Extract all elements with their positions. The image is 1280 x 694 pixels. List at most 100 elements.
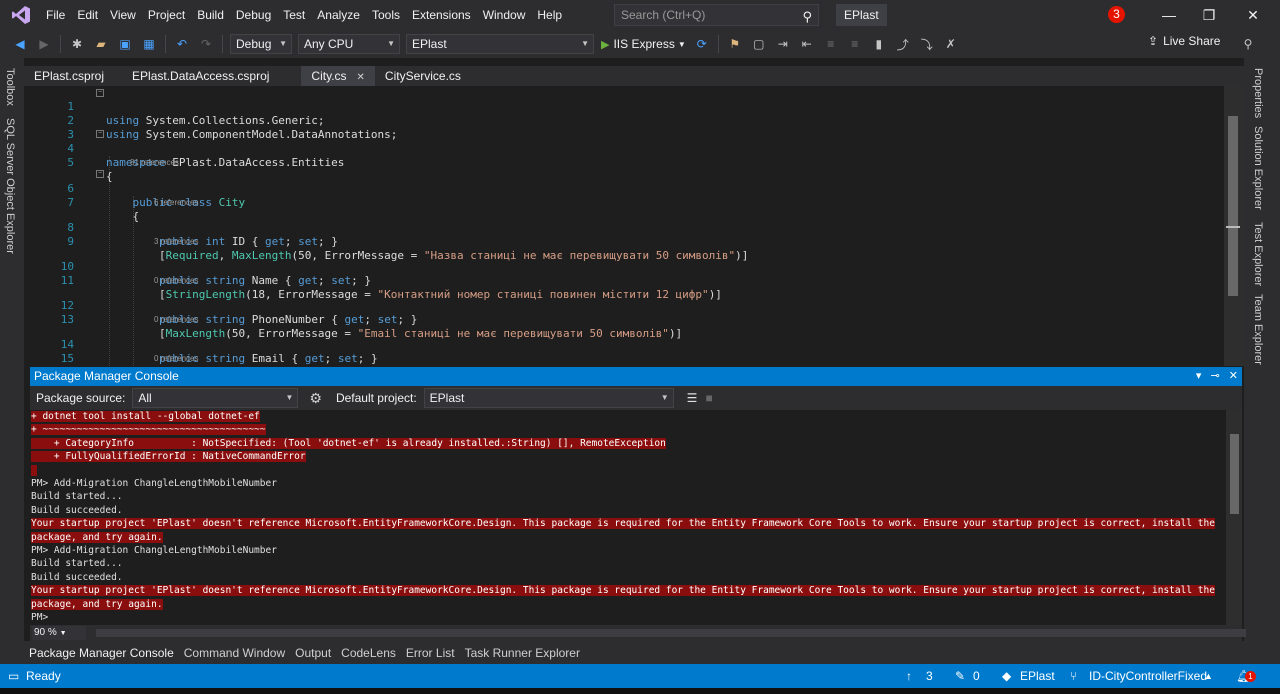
codelens-references[interactable]: 0 references: [154, 315, 198, 324]
refresh-icon[interactable]: ⟳: [692, 34, 712, 54]
unpushed-commits-count[interactable]: 3: [926, 664, 933, 688]
tab-codelens[interactable]: CodeLens: [336, 646, 401, 660]
package-source-select[interactable]: All ▼: [132, 388, 299, 408]
chevron-down-icon: ▼: [677, 39, 686, 49]
code-line: 7 {: [30, 182, 1220, 223]
align-left-icon[interactable]: ≡: [821, 34, 841, 54]
pin-icon[interactable]: ⊸: [1211, 370, 1220, 382]
screenshot-icon[interactable]: ▢: [749, 34, 769, 54]
code-line: 13 [MaxLength(50, ErrorMessage = "Email …: [30, 299, 1220, 340]
code-line: 14 public string Email { get; set; }: [30, 324, 1220, 365]
toolbox-tab[interactable]: Toolbox: [4, 68, 16, 106]
close-tab-icon[interactable]: ✕: [357, 72, 365, 83]
redo-icon[interactable]: ↷: [196, 34, 216, 54]
pending-changes-count[interactable]: 0: [973, 664, 980, 688]
align-right-icon[interactable]: ≡: [845, 34, 865, 54]
menu-edit[interactable]: Edit: [71, 0, 104, 30]
tab-eplast-csproj[interactable]: EPlast.csproj: [24, 66, 114, 86]
menu-window[interactable]: Window: [477, 0, 532, 30]
search-icon: ⚲: [802, 9, 812, 24]
console-output[interactable]: + dotnet tool install --global dotnet-ef…: [30, 410, 1226, 625]
codelens-references[interactable]: 81 references: [130, 158, 179, 167]
navigate-forward-icon[interactable]: ▶: [34, 34, 54, 54]
tab-error-list[interactable]: Error List: [401, 646, 460, 660]
tab-command-window[interactable]: Command Window: [179, 646, 290, 660]
notification-badge[interactable]: 3: [1108, 6, 1125, 23]
startup-project-value: EPlast: [412, 37, 447, 51]
menu-extensions[interactable]: Extensions: [406, 0, 477, 30]
new-project-icon[interactable]: ✱: [67, 34, 87, 54]
document-tabs: EPlast.csproj EPlast.DataAccess.csproj C…: [24, 66, 1244, 86]
tab-task-runner-explorer[interactable]: Task Runner Explorer: [460, 646, 585, 660]
tab-output[interactable]: Output: [290, 646, 336, 660]
close-panel-icon[interactable]: ✕: [1229, 370, 1238, 382]
properties-tab[interactable]: Properties: [1252, 68, 1264, 118]
window-position-icon[interactable]: ▾: [1196, 370, 1202, 382]
live-share-button[interactable]: ⇪ Live Share: [1148, 34, 1220, 48]
menu-build[interactable]: Build: [191, 0, 230, 30]
search-input[interactable]: Search (Ctrl+Q) ⚲: [614, 4, 819, 26]
maximize-button[interactable]: ❐: [1186, 0, 1232, 30]
menu-debug[interactable]: Debug: [230, 0, 277, 30]
configuration-select[interactable]: Debug ▼: [230, 34, 292, 54]
step-over-icon[interactable]: ⇥: [773, 34, 793, 54]
console-error-text: Your startup project 'EPlast' doesn't re…: [31, 585, 1215, 597]
status-ready-icon: ▭: [8, 669, 20, 683]
tab-city-cs[interactable]: City.cs ✕: [301, 66, 375, 86]
repository-name[interactable]: EPlast: [1020, 664, 1055, 688]
codelens-references[interactable]: 3 references: [154, 237, 198, 246]
tab-label: CityService.cs: [384, 69, 461, 83]
team-explorer-tab[interactable]: Team Explorer: [1252, 294, 1264, 365]
stop-command-icon[interactable]: ■: [705, 391, 712, 405]
previous-bookmark-icon[interactable]: ⤵: [917, 34, 937, 54]
branch-chevron-up-icon[interactable]: ▲: [1204, 664, 1213, 688]
tab-package-manager-console[interactable]: Package Manager Console: [24, 646, 179, 660]
bookmark-icon[interactable]: ▮: [869, 34, 889, 54]
editor-scrollbar-thumb[interactable]: [1228, 116, 1238, 296]
horizontal-scrollbar[interactable]: [96, 629, 1246, 637]
default-project-select[interactable]: EPlast ▼: [423, 388, 674, 408]
menu-view[interactable]: View: [104, 0, 142, 30]
save-all-icon[interactable]: ▦: [139, 34, 159, 54]
feedback-icon[interactable]: ⚲: [1238, 34, 1258, 54]
clear-bookmarks-icon[interactable]: ✗: [941, 34, 961, 54]
step-into-icon[interactable]: ⇤: [797, 34, 817, 54]
browser-link-icon[interactable]: ⚑: [725, 34, 745, 54]
console-scrollbar-thumb[interactable]: [1230, 434, 1239, 514]
navigate-back-icon[interactable]: ◀: [10, 34, 30, 54]
code-line: 10 public string Name { get; set; }: [30, 246, 1220, 287]
sql-server-object-explorer-tab[interactable]: SQL Server Object Explorer: [4, 118, 16, 254]
menu-tools[interactable]: Tools: [366, 0, 406, 30]
zoom-value: 90 %: [34, 627, 57, 638]
close-window-button[interactable]: ✕: [1230, 0, 1276, 30]
zoom-select[interactable]: 90 % ▼: [32, 626, 86, 640]
undo-icon[interactable]: ↶: [172, 34, 192, 54]
tab-cityservice-cs[interactable]: CityService.cs: [375, 66, 471, 86]
code-editor[interactable]: − − − 1 using System.Collections.Generic…: [30, 86, 1244, 366]
tab-eplast-dataaccess-csproj[interactable]: EPlast.DataAccess.csproj: [122, 66, 279, 86]
solution-explorer-tab[interactable]: Solution Explorer: [1252, 126, 1264, 210]
codelens-references[interactable]: 0 references: [154, 354, 198, 363]
chevron-down-icon: ▼: [285, 393, 294, 402]
menu-help[interactable]: Help: [531, 0, 568, 30]
platform-select[interactable]: Any CPU ▼: [298, 34, 400, 54]
clear-console-icon[interactable]: ☰: [687, 391, 698, 405]
line-number: 15: [60, 352, 74, 365]
codelens-references[interactable]: 6 references: [154, 198, 198, 207]
next-bookmark-icon[interactable]: ⤴: [893, 34, 913, 54]
open-file-icon[interactable]: ▰: [91, 34, 111, 54]
codelens-references[interactable]: 0 references: [154, 276, 198, 285]
branch-name[interactable]: ID-CityControllerFixed: [1089, 664, 1207, 688]
settings-gear-icon[interactable]: ⚙: [309, 390, 322, 407]
visual-studio-logo-icon[interactable]: [10, 4, 32, 26]
startup-project-select[interactable]: EPlast ▼: [406, 34, 594, 54]
menu-analyze[interactable]: Analyze: [311, 0, 366, 30]
run-button[interactable]: ▶ IIS Express ▼: [601, 37, 686, 51]
package-manager-console-title: Package Manager Console ▾ ⊸ ✕: [30, 367, 1242, 386]
menu-file[interactable]: File: [40, 0, 71, 30]
test-explorer-tab[interactable]: Test Explorer: [1252, 222, 1264, 286]
menu-test[interactable]: Test: [277, 0, 311, 30]
console-line: + FullyQualifiedErrorId : NativeCommandE…: [31, 450, 306, 463]
save-icon[interactable]: ▣: [115, 34, 135, 54]
menu-project[interactable]: Project: [142, 0, 191, 30]
